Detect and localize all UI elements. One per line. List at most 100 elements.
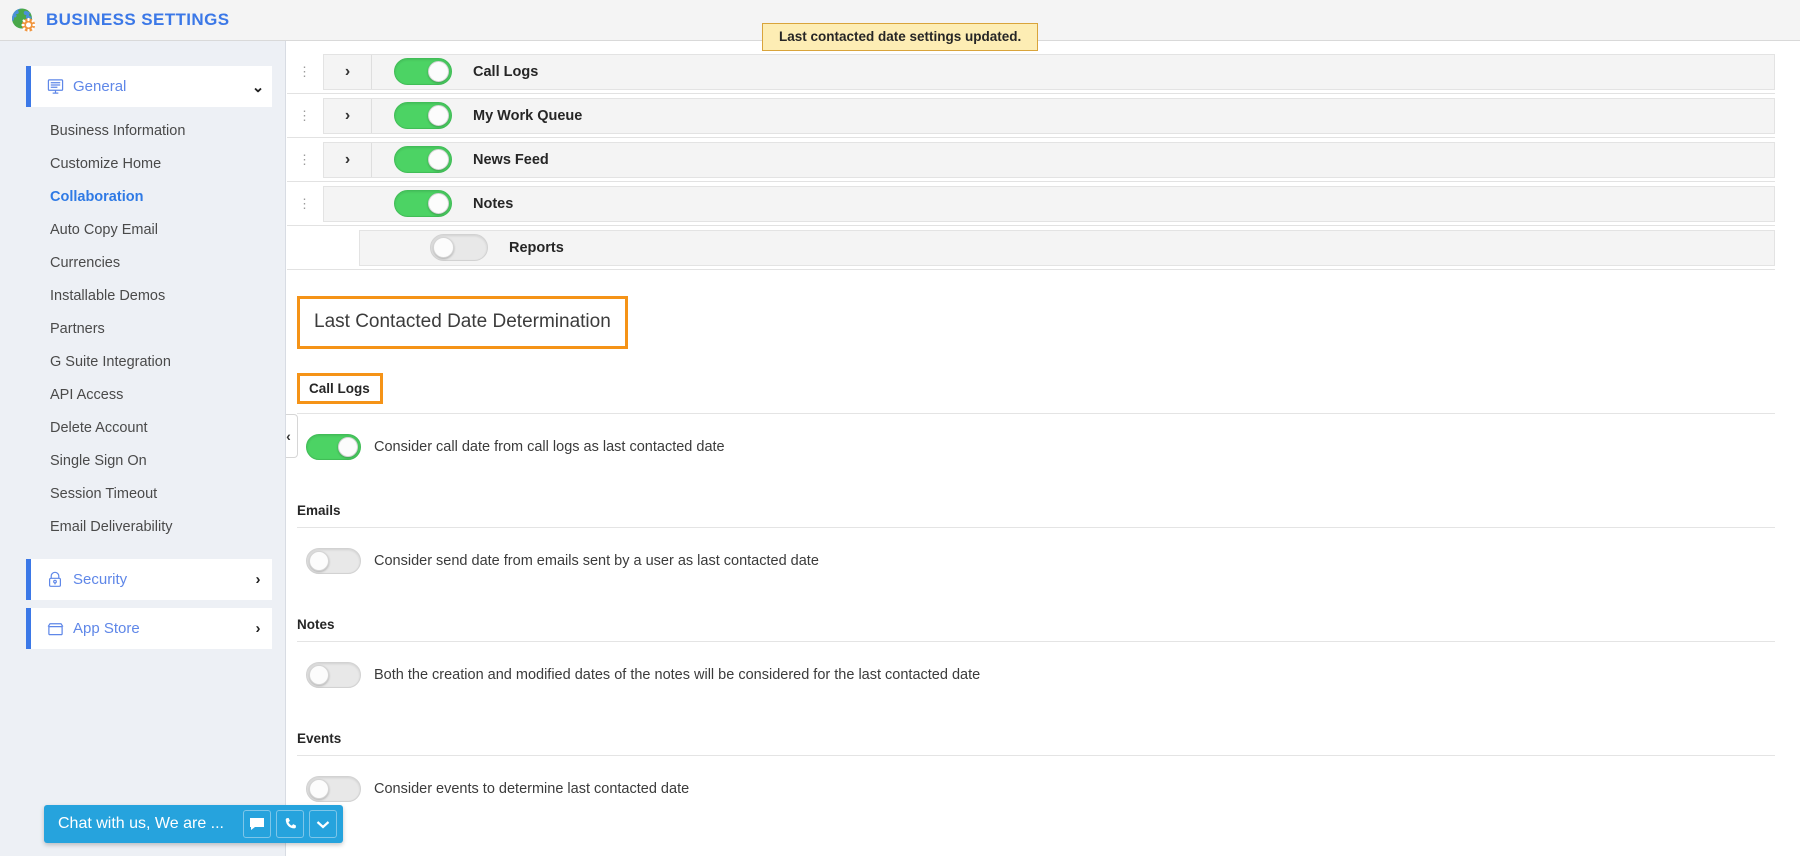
chevron-down-icon[interactable]: ⌄ [244,78,272,96]
option-label: Consider events to determine last contac… [374,780,690,797]
subsection-heading: Call Logs [297,373,383,404]
option-toggle-cell [297,547,374,574]
chat-bubble-icon[interactable] [243,810,271,838]
subsection-call-logs: Call Logs Consider call date from call l… [287,349,1777,479]
row-label: Reports [509,239,564,256]
option-row: Consider send date from emails sent by a… [297,528,1777,593]
row-toggle-cell [372,190,473,217]
row-label: News Feed [473,151,549,168]
row-toggle-cell [372,146,473,173]
chevron-left-icon: ‹ [286,428,291,444]
module-toggle[interactable] [429,234,488,261]
option-toggle[interactable] [306,433,361,460]
sidebar-group-label: Security [73,571,128,588]
option-toggle-cell [297,661,374,688]
sidebar-group-security[interactable]: Security › [26,559,272,600]
sidebar-item-single-sign-on[interactable]: Single Sign On [0,444,285,477]
option-toggle[interactable] [306,775,361,802]
app-logo [0,7,46,33]
chevron-right-icon[interactable]: › [244,620,272,637]
section-title: Last Contacted Date Determination [297,296,628,349]
module-row-list: ⋮ › Call Logs ⋮ › My Work Queue ⋮ › News… [287,41,1800,270]
sidebar-item-auto-copy-email[interactable]: Auto Copy Email [0,213,285,246]
subsection-heading: Emails [297,503,341,518]
app-root: Business Settings Last contacted date se… [0,0,1800,856]
subsection-heading: Events [297,731,342,746]
table-row: Reports [287,226,1775,270]
row-label: Notes [473,195,514,212]
option-row: Consider call date from call logs as las… [297,414,1777,479]
chat-widget-label: Chat with us, We are ... [58,815,224,832]
sidebar-item-currencies[interactable]: Currencies [0,246,285,279]
option-toggle[interactable] [306,547,361,574]
option-toggle-cell [297,433,374,460]
sidebar-item-session-timeout[interactable]: Session Timeout [0,477,285,510]
table-row: ⋮ › News Feed [287,138,1775,182]
drag-handle-icon[interactable]: ⋮ [287,109,323,122]
row-toggle-cell [372,102,473,129]
row-toggle-cell [408,234,509,261]
module-toggle[interactable] [393,146,452,173]
expand-placeholder [360,231,408,265]
subsection-heading: Notes [297,617,335,632]
expand-placeholder [324,187,372,221]
drag-handle-icon[interactable]: ⋮ [287,197,323,210]
module-toggle[interactable] [393,102,452,129]
lock-icon [47,571,73,588]
main-content: ‹ ⋮ › Call Logs ⋮ › My Work Queue ⋮ › Ne… [280,41,1800,856]
box-icon [47,621,73,637]
option-label: Consider send date from emails sent by a… [374,552,819,569]
table-row: ⋮ Notes [287,182,1775,226]
chevron-right-icon[interactable]: › [244,571,272,588]
option-row: Both the creation and modified dates of … [297,642,1777,707]
expand-chevron-icon[interactable]: › [324,98,372,133]
row-body: Reports [359,229,1775,266]
option-toggle[interactable] [306,661,361,688]
table-row: ⋮ › Call Logs [287,50,1775,94]
chat-widget[interactable]: Chat with us, We are ... [44,805,343,843]
subsection-notes: Notes Both the creation and modified dat… [287,593,1777,707]
sidebar-group-label: General [73,78,127,95]
sidebar-group-label: App Store [73,620,140,637]
phone-icon[interactable] [276,810,304,838]
row-body: › My Work Queue [323,97,1775,134]
sidebar-item-business-information[interactable]: Business Information [0,114,285,147]
row-body: Notes [323,185,1775,222]
globe-gear-icon [10,7,36,33]
expand-chevron-icon[interactable]: › [324,54,372,89]
row-body: › News Feed [323,141,1775,178]
monitor-icon [47,78,73,95]
sidebar-item-g-suite-integration[interactable]: G Suite Integration [0,345,285,378]
option-row: Consider events to determine last contac… [297,756,1777,821]
drag-handle-placeholder [287,247,323,248]
sidebar-subitems-general: Business Information Customize Home Coll… [0,107,285,543]
drag-handle-icon[interactable]: ⋮ [287,153,323,166]
module-toggle[interactable] [393,58,452,85]
toast-notification: Last contacted date settings updated. [762,23,1039,51]
expand-chevron-icon[interactable]: › [324,142,372,177]
chevron-down-icon[interactable] [309,810,337,838]
option-label: Consider call date from call logs as las… [374,438,725,455]
sidebar-item-partners[interactable]: Partners [0,312,285,345]
sidebar-group-app-store[interactable]: App Store › [26,608,272,649]
sidebar: General ⌄ Business Information Customize… [0,41,286,856]
section-title-wrap: Last Contacted Date Determination [287,270,1800,349]
sidebar-item-email-deliverability[interactable]: Email Deliverability [0,510,285,543]
sidebar-group-general[interactable]: General ⌄ [26,66,272,107]
row-label: Call Logs [473,63,539,80]
row-toggle-cell [372,58,473,85]
subsection-emails: Emails Consider send date from emails se… [287,479,1777,593]
option-toggle-cell [297,775,374,802]
sidebar-item-api-access[interactable]: API Access [0,378,285,411]
option-label: Both the creation and modified dates of … [374,666,981,683]
sidebar-item-customize-home[interactable]: Customize Home [0,147,285,180]
module-toggle[interactable] [393,190,452,217]
sidebar-item-installable-demos[interactable]: Installable Demos [0,279,285,312]
page-title: Business Settings [46,10,230,29]
sidebar-item-collaboration[interactable]: Collaboration [0,180,285,213]
drag-handle-icon[interactable]: ⋮ [287,65,323,78]
row-body: › Call Logs [323,53,1775,90]
sidebar-item-delete-account[interactable]: Delete Account [0,411,285,444]
